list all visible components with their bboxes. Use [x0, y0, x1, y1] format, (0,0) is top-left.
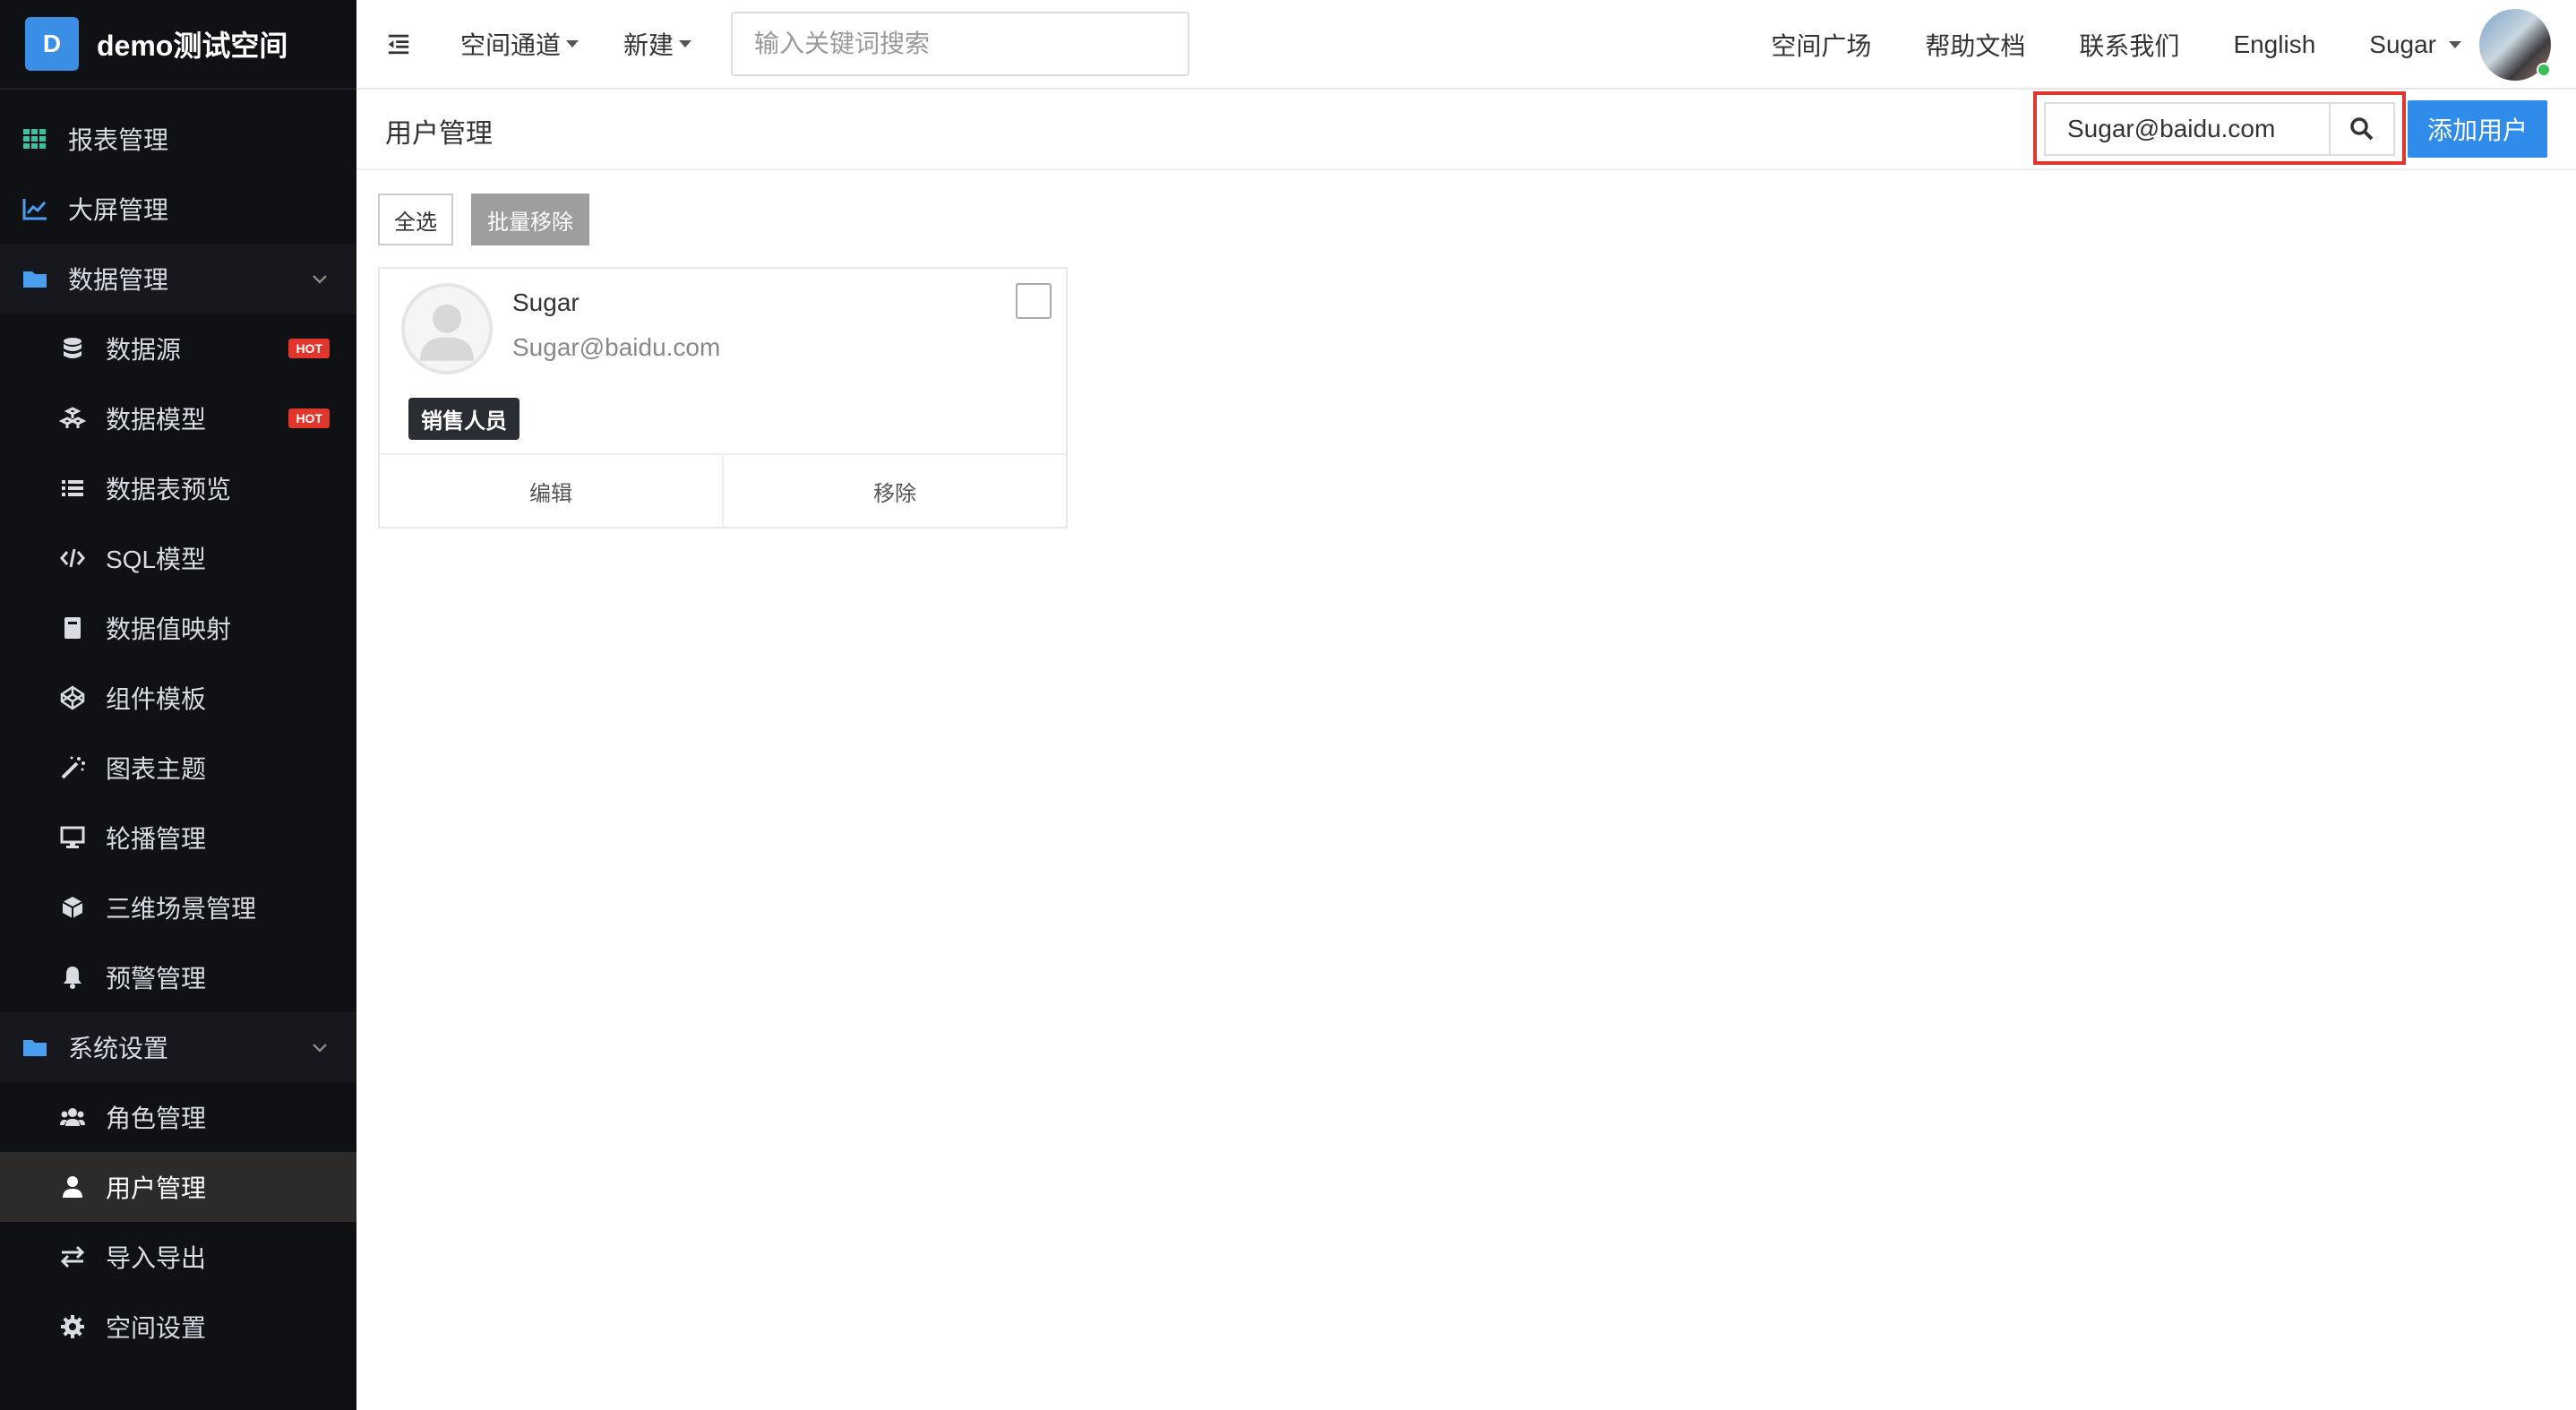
database-icon — [57, 333, 88, 364]
sidebar-item-value-mapping[interactable]: 数据值映射 — [0, 593, 356, 663]
sidebar-item-alerts[interactable]: 预警管理 — [0, 942, 356, 1012]
sidebar-item-label: 用户管理 — [106, 1174, 207, 1202]
sidebar-item-label: 导入导出 — [106, 1244, 207, 1272]
sidebar-item-label: 角色管理 — [106, 1105, 207, 1132]
sidebar-item-import-export[interactable]: 导入导出 — [0, 1222, 356, 1292]
sidebar-item-reports[interactable]: 报表管理 — [0, 104, 356, 174]
cube-icon — [57, 892, 88, 923]
users-icon — [57, 1102, 88, 1132]
sidebar-item-carousel[interactable]: 轮播管理 — [0, 803, 356, 873]
search-button[interactable] — [2329, 102, 2395, 156]
user-name: Sugar — [512, 288, 580, 316]
hot-badge: HOT — [288, 408, 330, 428]
user-icon — [57, 1172, 88, 1202]
edit-user-button[interactable]: 编辑 — [380, 455, 722, 527]
global-search-input[interactable] — [731, 12, 1190, 76]
line-chart-icon — [20, 193, 50, 224]
sidebar-item-label: 图表主题 — [106, 755, 207, 783]
sidebar-group-settings[interactable]: 系统设置 — [0, 1012, 356, 1082]
codepen-icon — [57, 683, 88, 713]
add-user-button[interactable]: 添加用户 — [2408, 100, 2547, 158]
sidebar-item-label: 大屏管理 — [68, 196, 169, 224]
space-plaza-link[interactable]: 空间广场 — [1771, 27, 1871, 63]
sidebar-item-label: SQL模型 — [106, 546, 207, 573]
sidebar-item-label: 三维场景管理 — [106, 895, 257, 923]
top-right-links: 空间广场 帮助文档 联系我们 English Sugar — [1771, 0, 2576, 90]
user-filter-input[interactable] — [2044, 102, 2329, 156]
caret-down-icon — [679, 40, 692, 47]
folder-icon — [20, 1032, 50, 1062]
sidebar: D demo测试空间 报表管理 大屏管理 数据管理 数据源 HOT 数据模型 H… — [0, 0, 356, 1410]
caret-down-icon — [2449, 41, 2461, 48]
sidebar-item-label: 轮播管理 — [106, 825, 207, 853]
sidebar-item-label: 系统设置 — [68, 1035, 169, 1062]
avatar[interactable] — [2479, 9, 2551, 81]
sidebar-item-label: 空间设置 — [106, 1314, 207, 1342]
grid-icon — [20, 124, 50, 154]
brand-logo: D — [25, 17, 79, 71]
sidebar-item-label: 数据源 — [106, 336, 182, 364]
sidebar-item-space-settings[interactable]: 空间设置 — [0, 1292, 356, 1362]
sidebar-item-sql-model[interactable]: SQL模型 — [0, 523, 356, 593]
user-name: Sugar — [2369, 30, 2436, 58]
book-icon — [57, 613, 88, 643]
sidebar-item-chart-themes[interactable]: 图表主题 — [0, 733, 356, 803]
sidebar-item-label: 报表管理 — [68, 126, 169, 154]
search-icon — [2350, 117, 2374, 141]
brand[interactable]: D demo测试空间 — [0, 0, 356, 90]
list-icon — [57, 473, 88, 503]
exchange-icon — [57, 1242, 88, 1272]
collapse-menu-icon[interactable] — [385, 30, 412, 57]
role-badge: 销售人员 — [408, 398, 519, 440]
desktop-icon — [57, 822, 88, 853]
select-all-button[interactable]: 全选 — [378, 193, 453, 245]
chevron-down-icon — [313, 1044, 327, 1053]
page-title: 用户管理 — [385, 119, 493, 149]
chevron-down-icon — [313, 275, 327, 284]
sidebar-item-component-templates[interactable]: 组件模板 — [0, 663, 356, 733]
new-dropdown[interactable]: 新建 — [623, 26, 692, 62]
sidebar-item-label: 数据管理 — [68, 266, 169, 294]
magic-wand-icon — [57, 752, 88, 783]
sidebar-item-label: 数据表预览 — [106, 476, 232, 503]
remove-user-button[interactable]: 移除 — [722, 455, 1066, 527]
new-label: 新建 — [623, 31, 674, 59]
sidebar-item-label: 数据模型 — [106, 406, 207, 434]
sidebar-group-data[interactable]: 数据管理 — [0, 244, 356, 314]
sidebar-item-datasource[interactable]: 数据源 HOT — [0, 314, 356, 383]
sidebar-item-3d-scenes[interactable]: 三维场景管理 — [0, 873, 356, 942]
online-status-dot — [2537, 63, 2551, 77]
batch-remove-button[interactable]: 批量移除 — [471, 193, 589, 245]
space-channel-label: 空间通道 — [460, 31, 562, 59]
folder-icon — [20, 263, 50, 294]
caret-down-icon — [566, 40, 580, 47]
cubes-icon — [57, 403, 88, 434]
user-select-checkbox[interactable] — [1016, 283, 1052, 319]
gear-icon — [57, 1311, 88, 1342]
default-avatar-icon — [401, 283, 493, 374]
sidebar-item-label: 数据值映射 — [106, 615, 232, 643]
top-navbar: 空间通道 新建 空间广场 帮助文档 联系我们 English Sugar — [356, 0, 2576, 90]
hot-badge: HOT — [288, 339, 330, 358]
sidebar-item-screens[interactable]: 大屏管理 — [0, 174, 356, 244]
sidebar-item-label: 预警管理 — [106, 965, 207, 993]
bell-icon — [57, 962, 88, 993]
card-actions: 编辑 移除 — [380, 453, 1066, 527]
sidebar-item-label: 组件模板 — [106, 685, 207, 713]
sidebar-item-table-preview[interactable]: 数据表预览 — [0, 453, 356, 523]
user-card: Sugar Sugar@baidu.com 销售人员 编辑 移除 — [378, 267, 1068, 529]
sidebar-nav: 报表管理 大屏管理 数据管理 数据源 HOT 数据模型 HOT 数据表预览 SQ… — [0, 90, 356, 1362]
sidebar-item-roles[interactable]: 角色管理 — [0, 1082, 356, 1152]
help-docs-link[interactable]: 帮助文档 — [1925, 27, 2025, 63]
user-dropdown[interactable]: Sugar — [2369, 30, 2461, 59]
language-switch-link[interactable]: English — [2233, 30, 2315, 59]
space-title: demo测试空间 — [97, 30, 288, 62]
sidebar-item-users[interactable]: 用户管理 — [0, 1152, 356, 1222]
sidebar-item-datamodel[interactable]: 数据模型 HOT — [0, 383, 356, 453]
code-icon — [57, 543, 88, 573]
user-email: Sugar@baidu.com — [512, 333, 721, 361]
space-channel-dropdown[interactable]: 空间通道 — [460, 26, 580, 62]
contact-us-link[interactable]: 联系我们 — [2079, 27, 2179, 63]
